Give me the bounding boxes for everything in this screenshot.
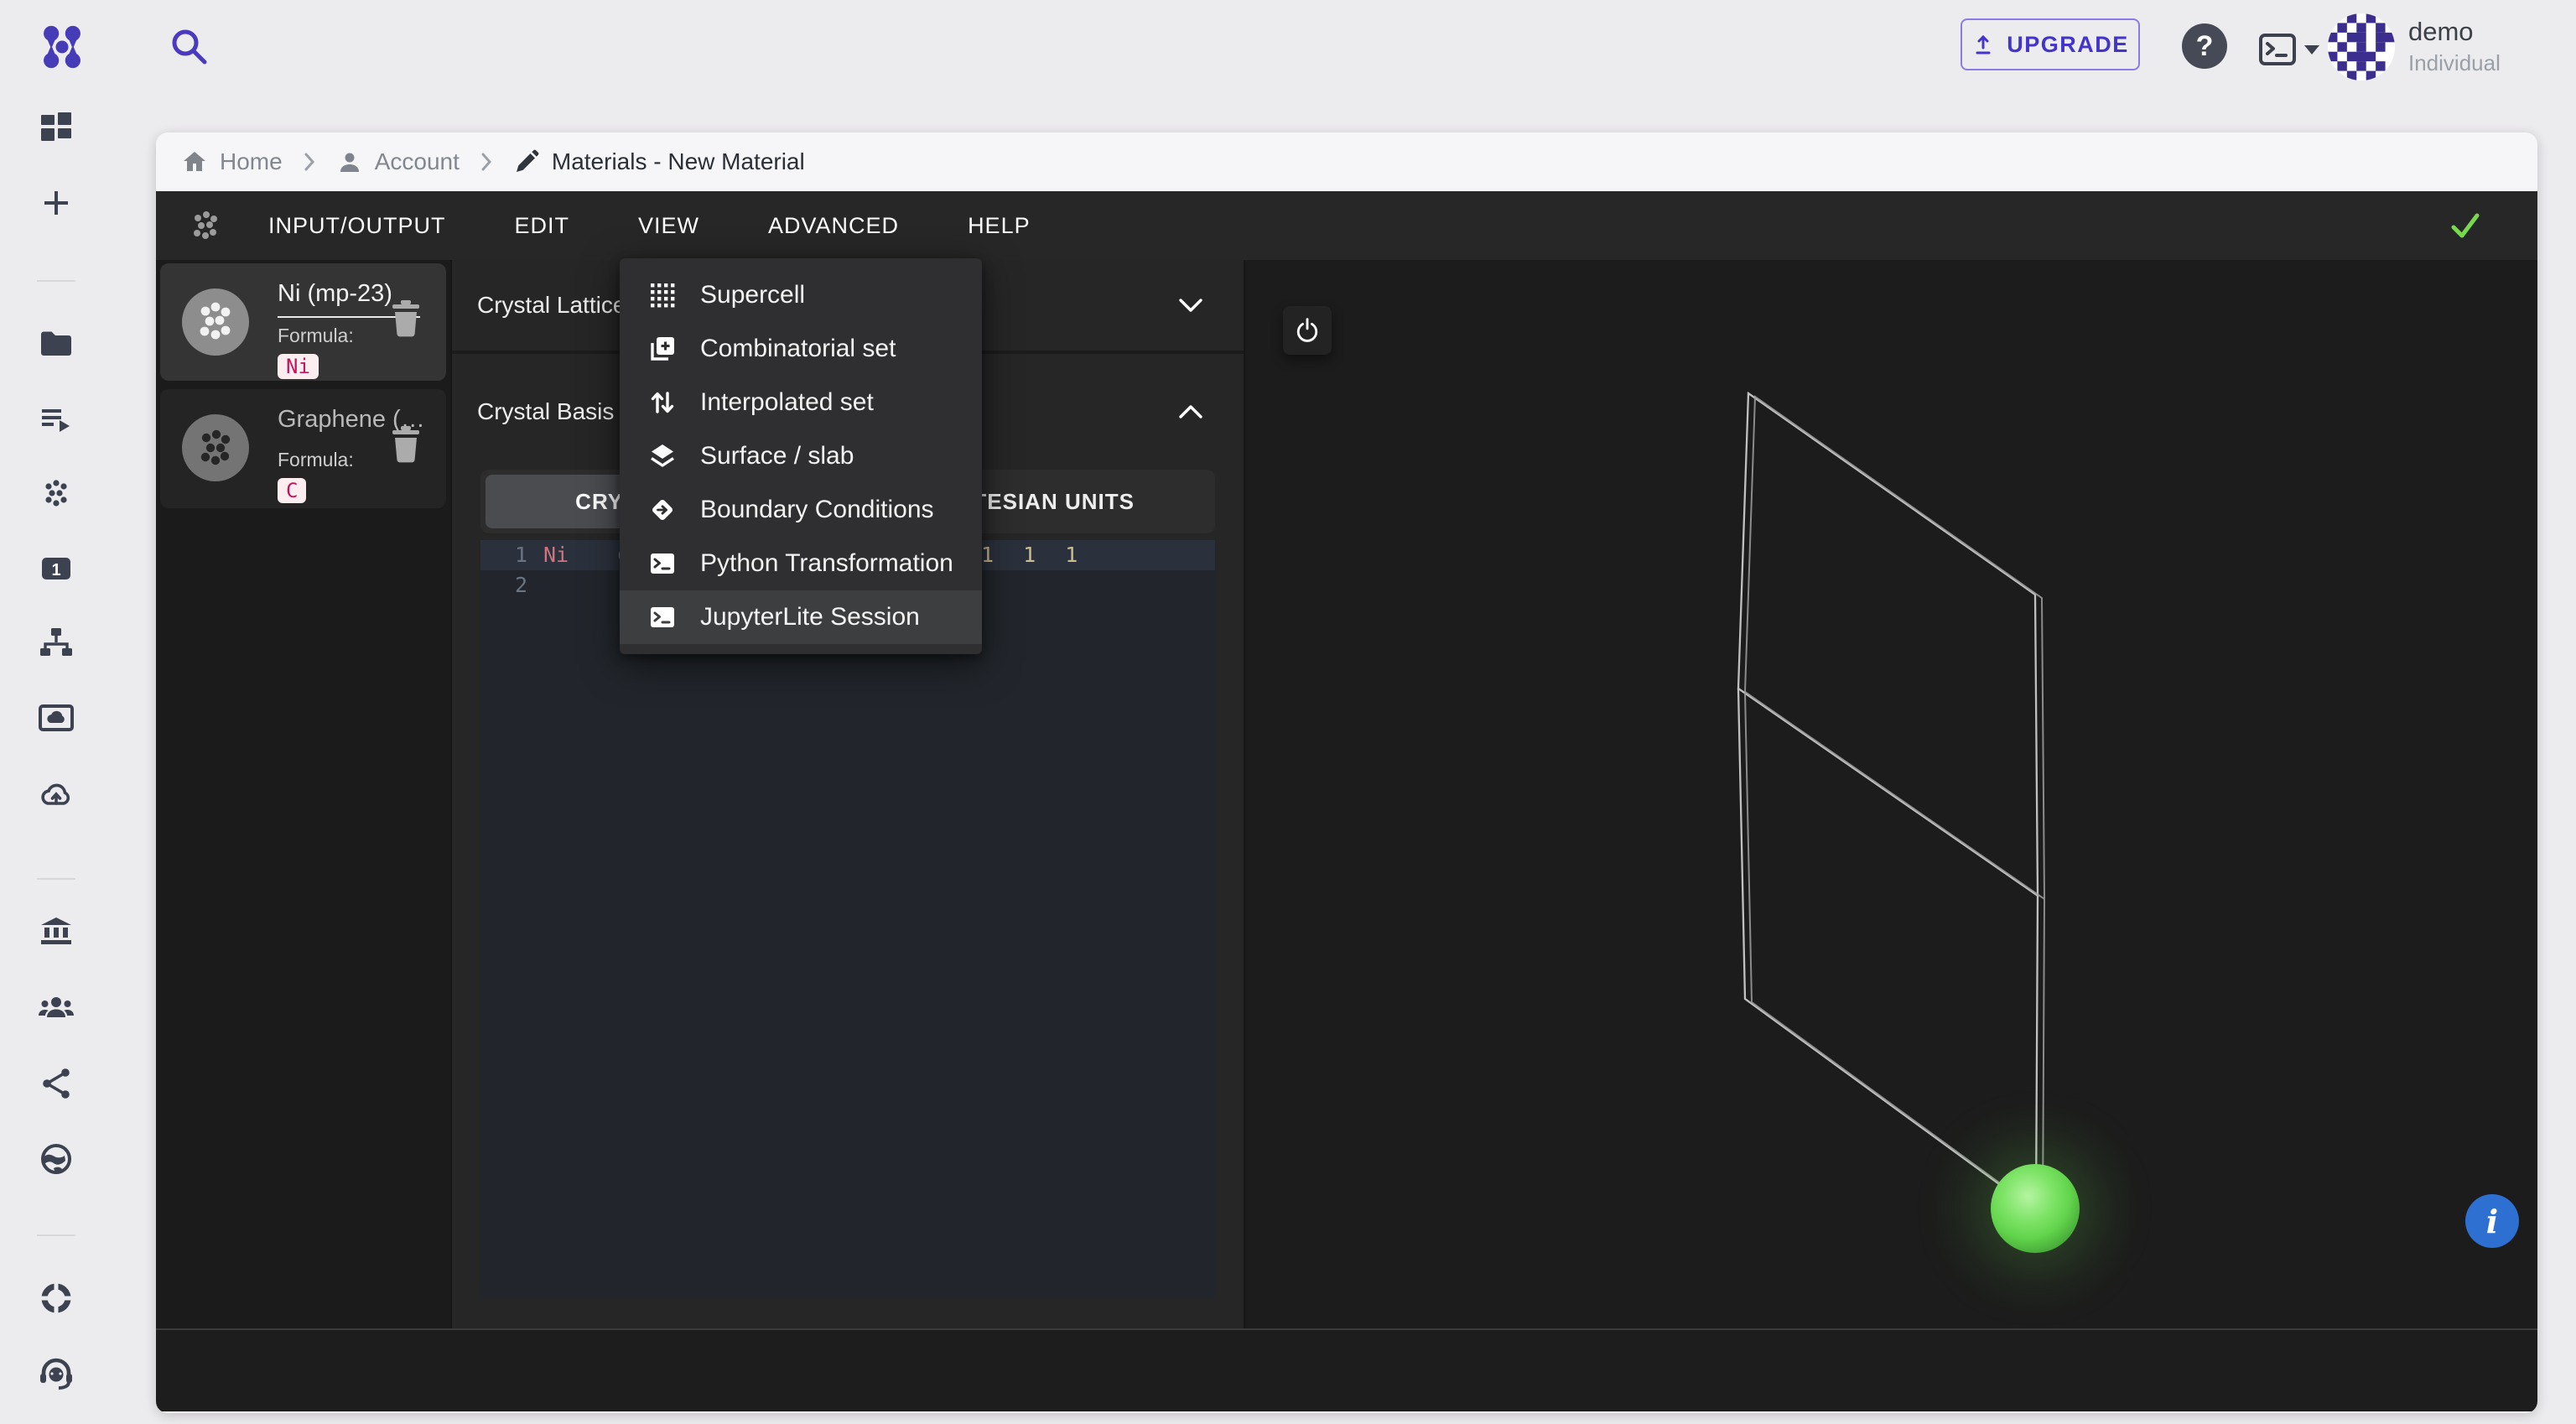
svg-text:1: 1 — [51, 561, 60, 579]
workflow-tree-icon[interactable] — [37, 623, 75, 662]
menu-item-supercell[interactable]: Supercell — [620, 268, 982, 322]
sidebar-divider — [37, 1234, 75, 1236]
headset-support-icon[interactable] — [37, 1354, 75, 1393]
breadcrumb-current-page: Materials - New Material — [513, 148, 805, 175]
chevron-down-icon — [2304, 44, 2319, 55]
delete-icon[interactable] — [391, 426, 421, 463]
menu-help[interactable]: HELP — [968, 213, 1031, 239]
directions-icon — [652, 500, 673, 520]
nickel-atom-sphere[interactable] — [1991, 1164, 2080, 1253]
upgrade-label: UPGRADE — [2007, 31, 2129, 57]
unit-cell-wireframe — [1737, 391, 2046, 1216]
menu-item-python-transformation[interactable]: Python Transformation — [620, 537, 982, 590]
breadcrumb: Home Account Materials - New Material — [156, 133, 2537, 191]
chevron-right-icon — [478, 151, 495, 173]
top-bar: UPGRADE ? demo Individual — [0, 0, 2576, 99]
cloud-upload-icon[interactable] — [37, 776, 75, 814]
menu-view[interactable]: VIEW — [638, 213, 699, 239]
user-name: demo — [2408, 17, 2474, 46]
upgrade-button[interactable]: UPGRADE — [1961, 18, 2140, 70]
sidebar-divider — [37, 878, 75, 880]
mat3ra-logo-icon[interactable] — [37, 22, 87, 72]
entity-one-card-icon[interactable]: 1 — [37, 549, 75, 588]
element-token: Ni — [543, 543, 569, 567]
card-footer — [156, 1328, 2537, 1411]
material-item-graphene[interactable]: Graphene (… Formula: C — [160, 389, 446, 508]
viewer-3d[interactable]: i — [1245, 260, 2537, 1328]
dashboard-icon[interactable] — [37, 108, 75, 147]
terminal-icon — [2259, 34, 2296, 65]
menu-item-interpolated-set[interactable]: Interpolated set — [620, 376, 982, 429]
home-icon — [184, 152, 205, 171]
material-item-ni[interactable]: Ni (mp-23) Formula: Ni — [160, 263, 446, 381]
folder-icon[interactable] — [37, 325, 75, 363]
info-button[interactable]: i — [2465, 1194, 2519, 1248]
chevron-right-icon — [301, 151, 318, 173]
designer-menubar: INPUT/OUTPUT EDIT VIEW ADVANCED HELP — [156, 191, 2537, 260]
menu-advanced[interactable]: ADVANCED — [768, 213, 899, 239]
bank-icon[interactable] — [37, 913, 75, 952]
menu-item-surface-slab[interactable]: Surface / slab — [620, 429, 982, 483]
person-icon — [340, 153, 359, 172]
menu-input-output[interactable]: INPUT/OUTPUT — [268, 213, 446, 239]
delete-icon[interactable] — [391, 300, 421, 337]
share-icon[interactable] — [37, 1064, 75, 1103]
breadcrumb-account[interactable]: Account — [336, 148, 460, 175]
swap-vertical-icon — [651, 392, 674, 413]
atoms-cluster-icon — [194, 211, 217, 239]
people-icon[interactable] — [37, 989, 75, 1027]
material-thumbnail-atoms-icon — [182, 288, 249, 356]
green-check-icon[interactable] — [2449, 210, 2482, 241]
user-plan: Individual — [2408, 50, 2501, 75]
advanced-dropdown-menu: Supercell Combinatorial set Interpolated… — [620, 258, 982, 654]
materials-atoms-icon[interactable] — [37, 474, 75, 512]
layers-icon — [651, 444, 674, 467]
add-icon[interactable] — [37, 184, 75, 222]
terminal-icon — [651, 553, 674, 574]
menu-edit[interactable]: EDIT — [515, 213, 570, 239]
power-button[interactable] — [1283, 306, 1332, 355]
avatar[interactable] — [2328, 13, 2395, 81]
search-icon[interactable] — [168, 25, 211, 69]
chevron-up-icon[interactable] — [1176, 403, 1205, 421]
media-cloud-icon[interactable] — [37, 699, 75, 737]
flags-token: 1 1 1 — [981, 543, 1087, 567]
menu-item-jupyterlite-session[interactable]: JupyterLite Session — [620, 590, 982, 644]
sidebar-divider — [37, 280, 75, 282]
materials-list: Ni (mp-23) Formula: Ni Graphene (… Formu… — [156, 260, 452, 1328]
formula-badge: Ni — [278, 354, 319, 379]
chevron-down-icon[interactable] — [1176, 296, 1205, 314]
power-icon — [1296, 318, 1318, 342]
breadcrumb-home[interactable]: Home — [181, 148, 283, 175]
upload-icon — [1976, 34, 1991, 55]
material-designer-window: Home Account Materials - New Material IN… — [156, 133, 2537, 1413]
pencil-icon — [516, 149, 539, 172]
terminal-icon — [651, 607, 674, 627]
jobs-playlist-icon[interactable] — [37, 400, 75, 439]
help-icon[interactable]: ? — [2182, 23, 2227, 69]
console-menu-button[interactable] — [2257, 32, 2319, 67]
menu-item-combinatorial-set[interactable]: Combinatorial set — [620, 322, 982, 376]
globe-icon[interactable] — [37, 1140, 75, 1178]
support-wheel-icon[interactable] — [37, 1279, 75, 1317]
material-thumbnail-atoms-icon — [182, 414, 249, 481]
formula-badge: C — [278, 478, 307, 503]
supercell-grid-icon — [651, 283, 675, 308]
library-add-icon — [651, 337, 674, 361]
menu-item-boundary-conditions[interactable]: Boundary Conditions — [620, 483, 982, 537]
